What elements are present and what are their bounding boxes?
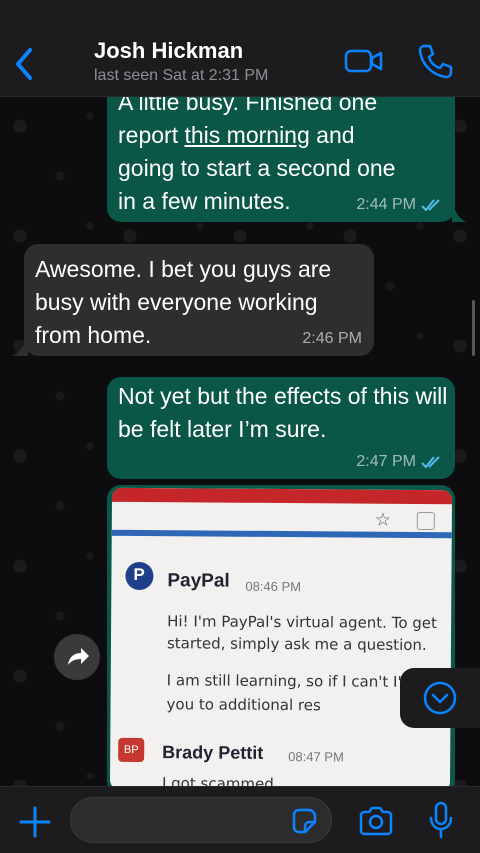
outgoing-message[interactable]: A little busy. Finished one report this … <box>107 80 455 222</box>
user-avatar: BP <box>118 737 145 763</box>
contact-name[interactable]: Josh Hickman <box>94 38 243 64</box>
message-time: 2:47 PM <box>356 453 416 470</box>
message-meta: 2:46 PM <box>302 330 362 348</box>
user-sender-name: Brady Pettit <box>162 742 264 763</box>
paypal-logo: P <box>125 561 154 591</box>
paypal-message: Hi! I'm PayPal's virtual agent. To get s… <box>166 612 438 655</box>
extension-icon <box>416 511 435 531</box>
microphone-icon[interactable] <box>428 801 454 839</box>
forward-button[interactable] <box>54 634 100 680</box>
message-input-bar <box>0 786 480 853</box>
message-meta: 2:47 PM <box>356 453 443 471</box>
paypal-time: 08:46 PM <box>245 578 302 595</box>
read-ticks-icon <box>421 456 440 469</box>
message-text: Not yet but the effects of this will be … <box>118 383 448 442</box>
last-seen-status: last seen Sat at 2:31 PM <box>94 67 269 84</box>
message-line: and <box>309 122 355 148</box>
paypal-sender-name: PayPal <box>167 570 230 592</box>
star-icon: ☆ <box>374 509 392 531</box>
sticker-icon[interactable] <box>290 807 318 835</box>
incoming-message[interactable]: Awesome. I bet you guys are busy with ev… <box>24 244 374 356</box>
back-chevron-icon[interactable] <box>10 44 40 84</box>
paypal-logo-letter: P <box>133 564 145 585</box>
browser-red-bar <box>111 487 453 505</box>
chevron-down-circle-icon <box>423 681 457 715</box>
browser-blue-bar <box>111 529 452 539</box>
chat-header: Josh Hickman last seen Sat at 2:31 PM <box>0 0 480 97</box>
bubble-tail <box>452 200 466 222</box>
plus-icon[interactable] <box>18 805 52 839</box>
message-time: 2:46 PM <box>302 330 362 347</box>
message-line: going to start a second one <box>118 155 396 181</box>
photo-of-screen[interactable]: ☆ P PayPal 08:46 PM Hi! I'm PayPal's vir… <box>109 487 453 793</box>
message-time: 2:44 PM <box>356 196 416 213</box>
camera-icon[interactable] <box>358 805 394 837</box>
message-meta: 2:44 PM <box>356 196 443 214</box>
message-line: report <box>118 122 185 148</box>
scrollbar[interactable] <box>472 300 475 356</box>
message-line: in a few minutes. <box>118 188 291 214</box>
phone-icon[interactable] <box>416 42 454 80</box>
outgoing-message[interactable]: Not yet but the effects of this will be … <box>107 377 455 479</box>
read-ticks-icon <box>421 199 440 212</box>
scroll-to-bottom-button[interactable] <box>400 668 480 728</box>
forward-arrow-icon <box>68 648 89 665</box>
video-camera-icon[interactable] <box>344 46 384 76</box>
image-message[interactable]: ☆ P PayPal 08:46 PM Hi! I'm PayPal's vir… <box>107 485 455 795</box>
date-link[interactable]: this morning <box>184 122 309 148</box>
user-time: 08:47 PM <box>288 749 344 765</box>
bubble-tail <box>12 334 28 356</box>
